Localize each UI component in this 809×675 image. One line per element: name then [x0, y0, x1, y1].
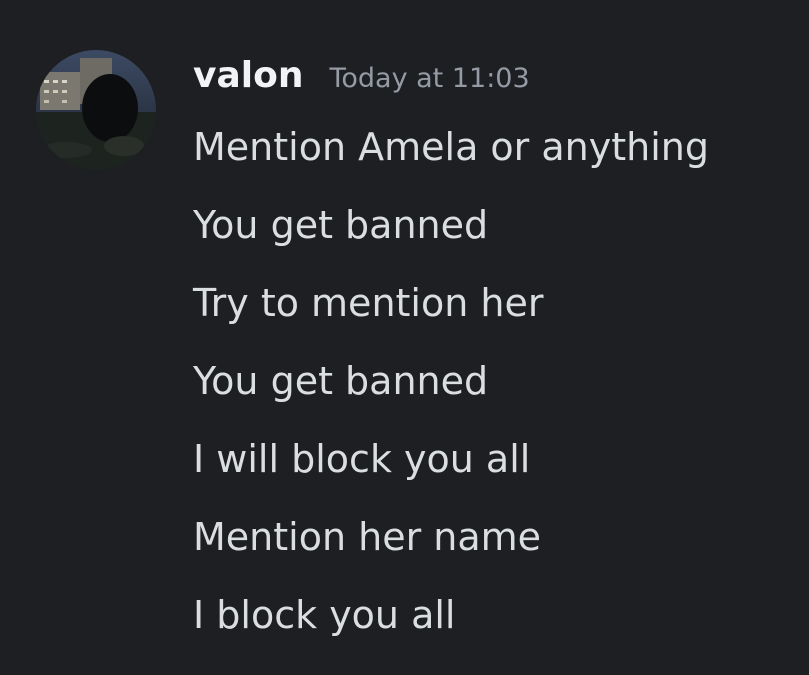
author-name[interactable]: valon [193, 52, 303, 100]
message-line: You get banned [193, 203, 489, 247]
chat-message: valon Today at 11:03 Mention Amela or an… [0, 0, 809, 675]
avatar-image [36, 50, 156, 170]
message-line: Try to mention her [193, 281, 544, 325]
message-line: You get banned [193, 359, 489, 403]
message-line: Mention her name [193, 515, 542, 559]
avatar[interactable] [36, 50, 156, 170]
message-header: valon Today at 11:03 [193, 52, 530, 100]
message-line: Mention Amela or anything [193, 125, 709, 169]
message-content: Mention Amela or anything You get banned… [193, 108, 793, 654]
message-timestamp: Today at 11:03 [329, 63, 530, 94]
message-line: I block you all [193, 593, 456, 637]
message-line: I will block you all [193, 437, 531, 481]
